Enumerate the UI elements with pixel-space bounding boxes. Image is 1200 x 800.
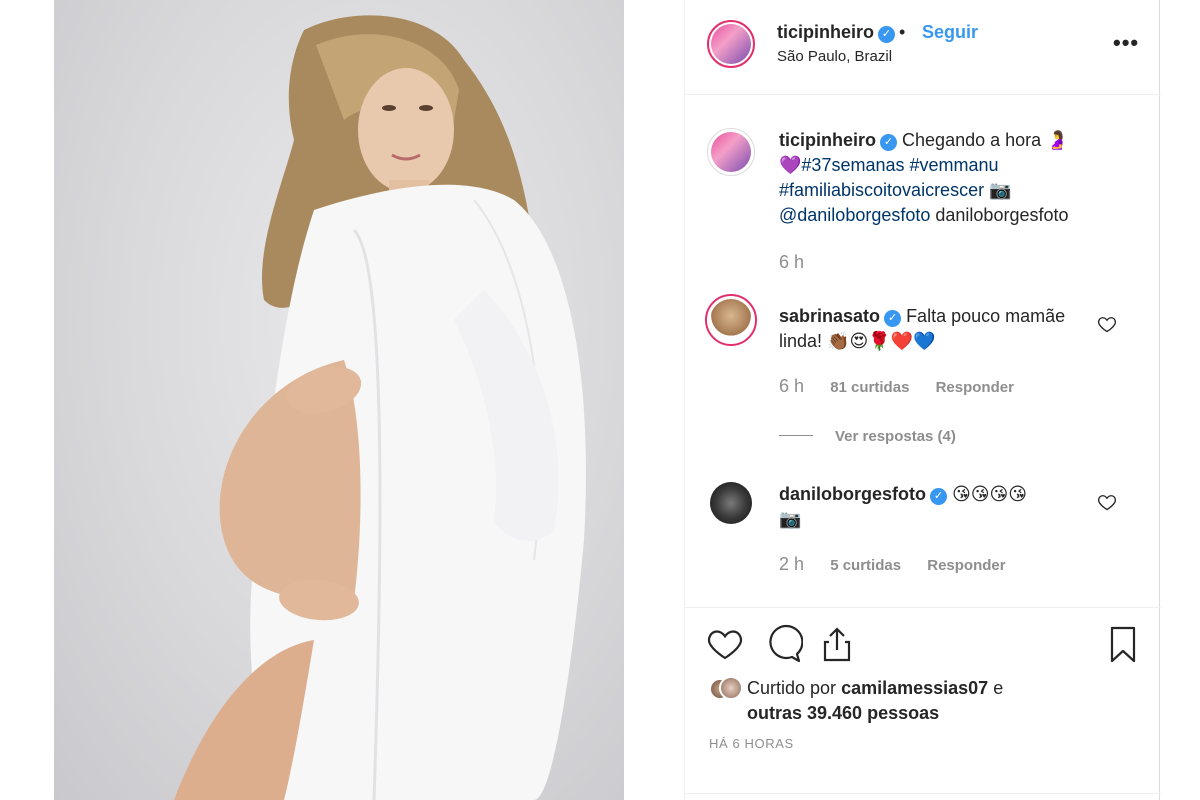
caption-avatar[interactable] [711,132,751,172]
comment-likes-count[interactable]: 5 curtidas [830,557,901,574]
liked-by-prefix: Curtido por [747,678,837,698]
view-replies-label[interactable]: Ver respostas (4) [835,428,956,445]
likers-avatars[interactable] [709,676,743,702]
commenter-avatar[interactable] [710,482,752,524]
hashtag-link[interactable]: #37semanas [801,155,904,175]
verified-badge-icon: ✓ [930,488,947,505]
comment-emojis: 👏🏾😍🌹❤️💙 [827,331,936,352]
commenter-avatar[interactable] [710,299,752,341]
liked-by-text: Curtido por camilamessias07 e outras 39.… [747,676,1077,726]
post-actions: Curtido por camilamessias07 e outras 39.… [685,610,1161,800]
author-username-text[interactable]: ticipinheiro [777,22,874,42]
post-location[interactable]: São Paulo, Brazil [777,48,892,65]
reply-button[interactable]: Responder [936,379,1014,396]
caption-trailing-text: daniloborgesfoto [935,205,1069,225]
mention-link[interactable]: @daniloborgesfoto [779,205,930,225]
comment-time[interactable]: 6 h [779,376,804,396]
view-replies-button[interactable]: Ver respostas (4) [779,428,956,445]
more-options-icon[interactable]: ••• [1113,30,1139,56]
comment-emojis: 😘😘😘😘 [952,484,1028,505]
comment-username[interactable]: sabrinasato [779,306,880,326]
caption-body: Chegando a hora [902,130,1042,150]
comment-time[interactable]: 2 h [779,554,804,574]
share-icon[interactable] [817,624,857,664]
separator-dot: • [899,22,906,42]
liked-by-conjunction: e [993,678,1004,698]
verified-badge-icon: ✓ [884,310,902,327]
liker-avatar [719,676,743,700]
comment-text: daniloborgesfoto ✓ 😘😘😘😘 📷 [779,482,1089,532]
post-side-panel: ticipinheiro ✓ • Seguir São Paulo, Brazil… [684,0,1161,800]
caption-text: ticipinheiro ✓ Chegando a hora 🤰 💜#37sema… [779,128,1119,228]
comment-text: sabrinasato ✓ Falta pouco mamãe linda! 👏🏾… [779,304,1089,354]
pregnant-woman-photo [174,15,586,800]
author-avatar[interactable] [711,24,751,64]
heart-icon[interactable] [705,624,745,664]
author-username[interactable]: ticipinheiro ✓ [777,22,896,43]
comment-meta: 2 h 5 curtidas Responder [779,554,1028,575]
instagram-post-view: ticipinheiro ✓ • Seguir São Paulo, Brazil… [0,0,1200,800]
hashtag-link[interactable]: #familiabiscoitovaicrescer [779,180,984,200]
post-time-ago[interactable]: HÁ 6 HORAS [709,736,794,751]
reply-button[interactable]: Responder [927,557,1005,574]
verified-badge-icon: ✓ [880,134,898,151]
hashtag-link[interactable]: #vemmanu [910,155,999,175]
camera-emoji: 📷 [779,509,802,530]
comment-like-heart-icon[interactable] [1097,314,1117,334]
purple-heart-emoji: 💜 [779,155,802,176]
camera-emoji: 📷 [989,180,1012,201]
comment-username[interactable]: daniloborgesfoto [779,484,926,504]
comment-input-divider [685,793,1161,794]
comment-likes-count[interactable]: 81 curtidas [830,379,909,396]
post-header: ticipinheiro ✓ • Seguir São Paulo, Brazil… [685,0,1161,95]
comment-meta: 6 h 81 curtidas Responder [779,376,1036,397]
follow-button[interactable]: Seguir [922,22,978,43]
caption-time[interactable]: 6 h [779,252,804,272]
liked-by-others-link[interactable]: outras 39.460 pessoas [747,703,939,723]
caption-meta: 6 h [779,252,826,273]
replies-divider-line [779,435,813,436]
post-photo[interactable] [54,0,624,800]
caption-username[interactable]: ticipinheiro [779,130,876,150]
pregnant-emoji: 🤰 [1046,130,1069,151]
comment-icon[interactable] [763,624,803,664]
verified-badge-icon: ✓ [878,26,896,43]
comments-list[interactable]: ticipinheiro ✓ Chegando a hora 🤰 💜#37sema… [685,96,1161,608]
liked-by-user-link[interactable]: camilamessias07 [841,678,988,698]
comment-like-heart-icon[interactable] [1097,492,1117,512]
bookmark-icon[interactable] [1103,624,1143,664]
